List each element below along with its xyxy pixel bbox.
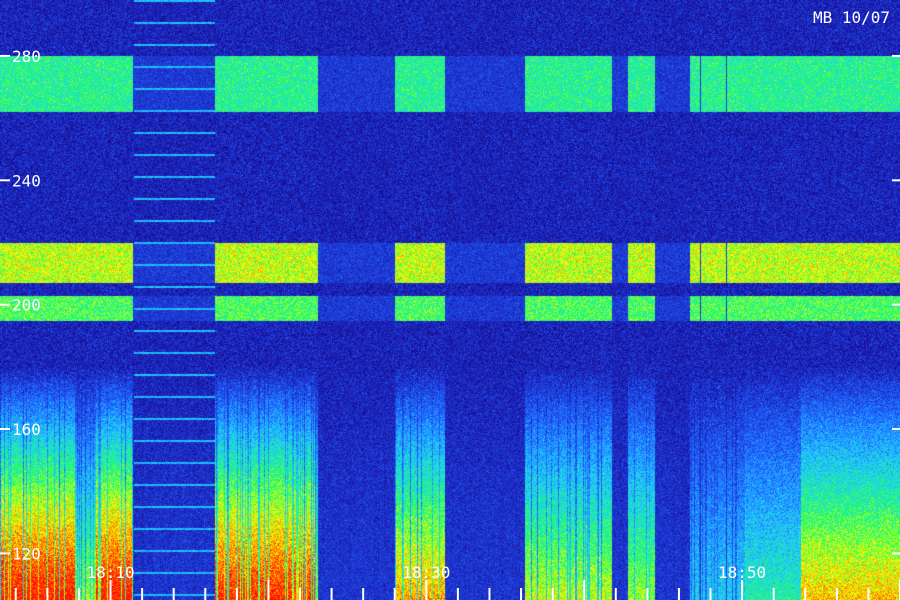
x-tick-label: 18:50 (718, 563, 766, 582)
y-tick-label: 120 (12, 544, 41, 563)
y-tick-label: 280 (12, 47, 41, 66)
x-axis: 18:10 18:30 18:50 (14, 563, 900, 600)
y-axis: 280 240 200 160 120 (0, 47, 41, 563)
y-axis-right (892, 54, 900, 555)
x-tick-label: 18:10 (86, 563, 134, 582)
axis-overlay: 280 240 200 160 120 18:10 18:30 18:50 MB 10/07 (0, 8, 900, 600)
x-tick-label: 18:30 (402, 563, 450, 582)
y-tick-label: 200 (12, 296, 41, 315)
y-tick-label: 160 (12, 420, 41, 439)
y-tick-label: 240 (12, 171, 41, 190)
chart-title: MB 10/07 (813, 8, 890, 27)
